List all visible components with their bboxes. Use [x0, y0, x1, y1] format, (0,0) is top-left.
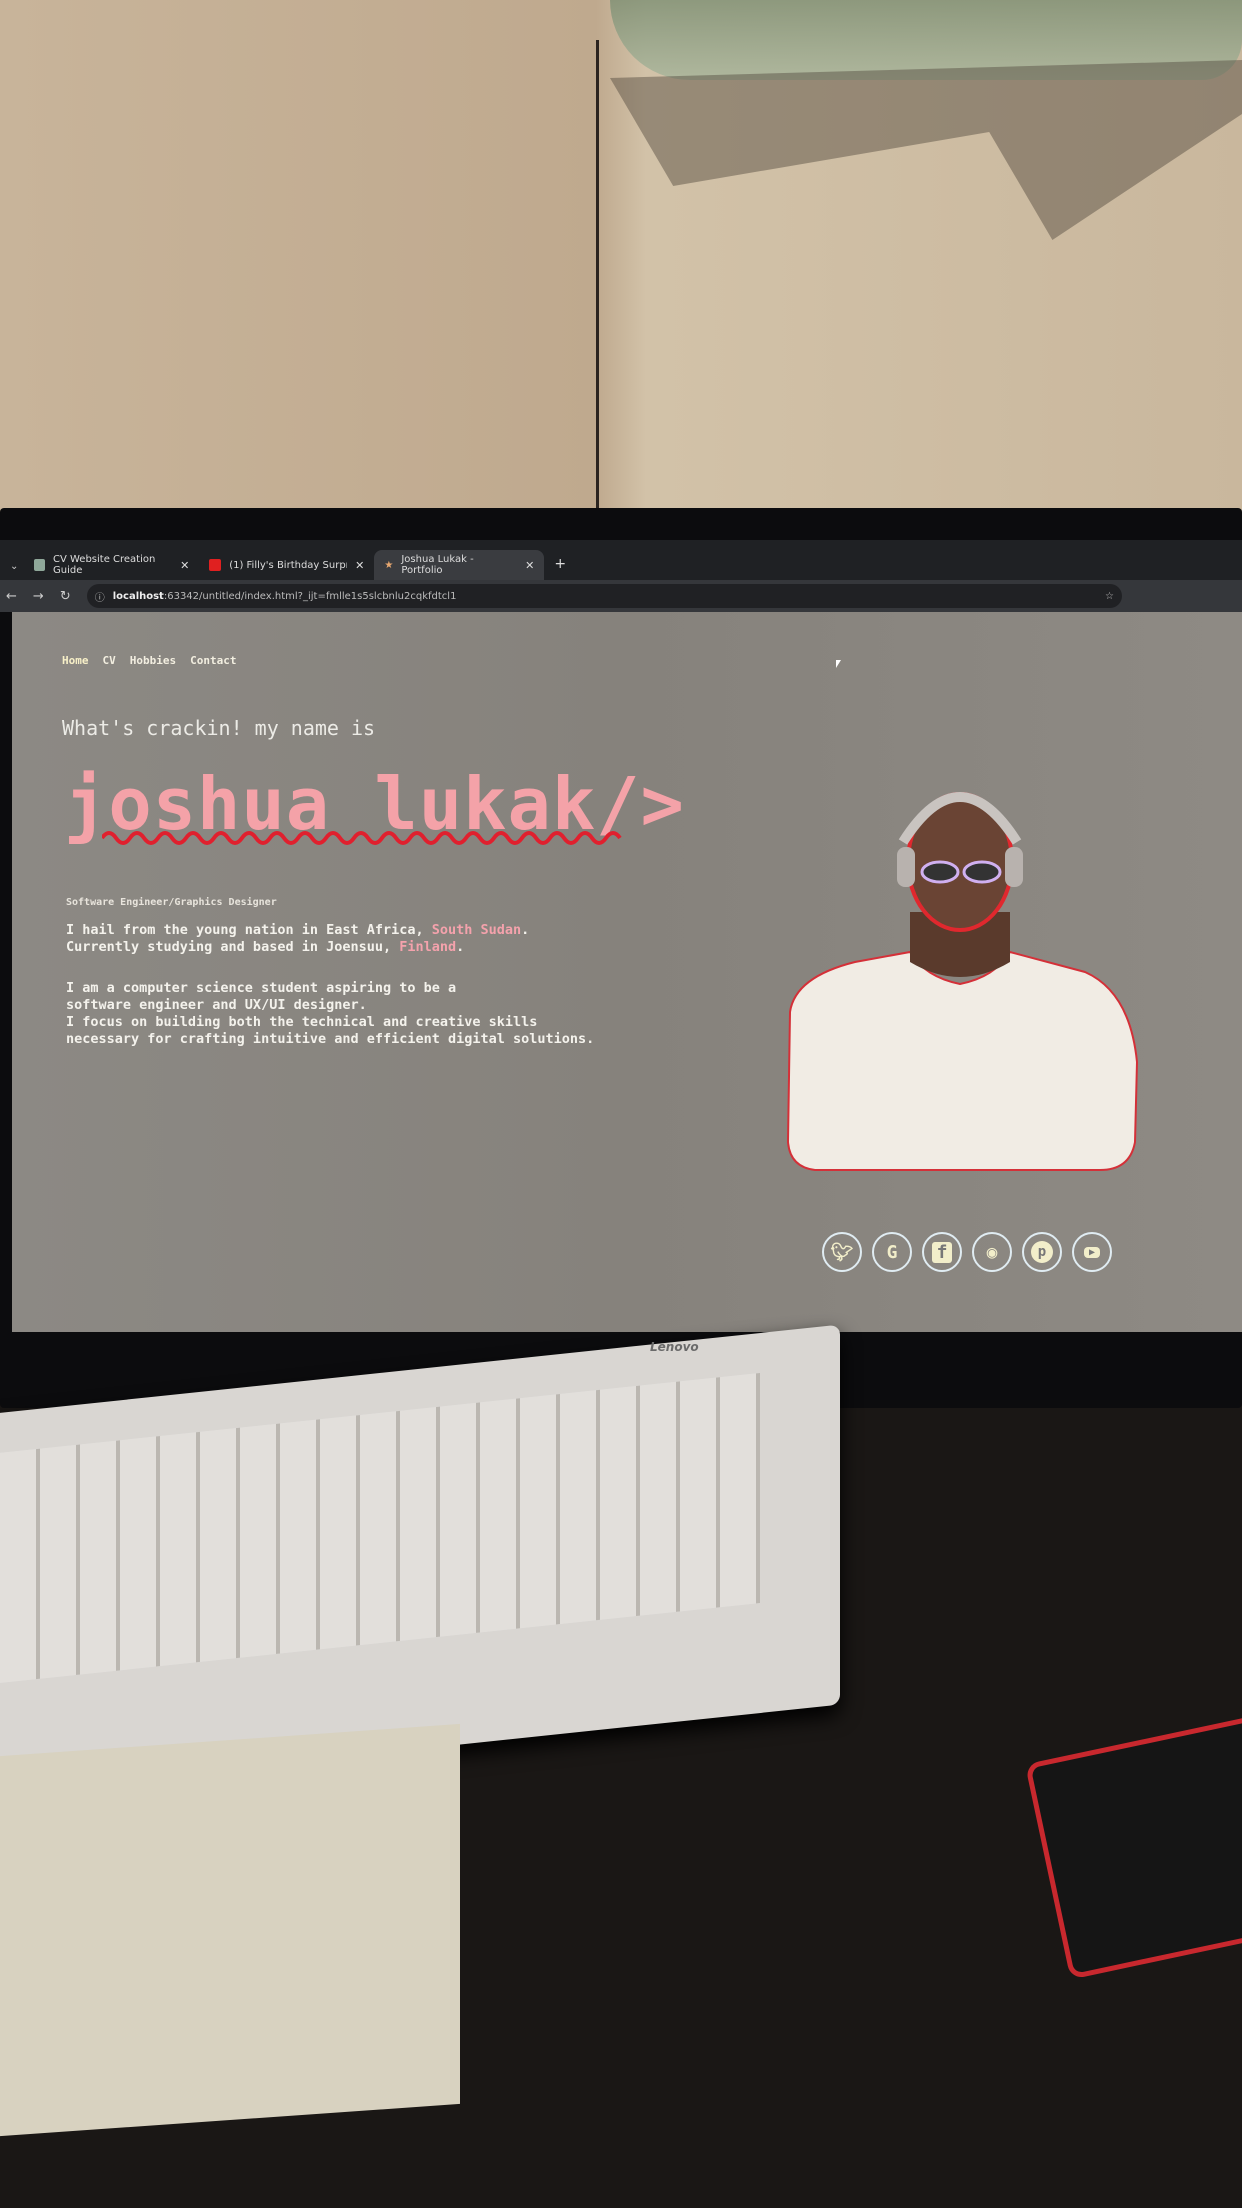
nav-contact[interactable]: Contact [190, 654, 236, 667]
nav-cv[interactable]: CV [103, 654, 116, 667]
box [0, 1723, 460, 2137]
portfolio-page: Home CV Hobbies Contact What's crackin! … [12, 612, 1242, 1332]
url-text: localhost:63342/untitled/index.html?_ijt… [112, 590, 457, 602]
monitor-logo: Lenovo [650, 1340, 699, 1354]
close-icon[interactable]: ✕ [525, 559, 534, 572]
pinterest-icon[interactable]: p [1022, 1232, 1062, 1272]
mousepad [1024, 1710, 1242, 1980]
back-icon[interactable]: ← [6, 589, 17, 604]
youtube-icon[interactable]: ▶ [1072, 1232, 1112, 1272]
social-links: 🐦︎ G f ◉ p ▶ [822, 1232, 1112, 1272]
reload-icon[interactable]: ↻ [60, 589, 71, 604]
new-tab-button[interactable]: + [544, 556, 576, 580]
about-paragraph: I am a computer science student aspiring… [66, 980, 595, 1047]
keyboard-keys [0, 1373, 760, 1683]
address-bar[interactable]: ⓘ localhost:63342/untitled/index.html?_i… [86, 584, 1122, 608]
nav-bar: Home CV Hobbies Contact [62, 654, 236, 667]
country-highlight: Finland [399, 939, 457, 955]
star-favicon: ★ [384, 559, 394, 571]
google-icon[interactable]: G [872, 1232, 912, 1272]
role-subtitle: Software Engineer/Graphics Designer [66, 897, 277, 908]
tab-title: Joshua Lukak - Portfolio [401, 554, 474, 576]
tab-title: (1) Filly's Birthday Surprise | Ep [229, 559, 347, 571]
tab-search-icon[interactable]: ⌄ [4, 561, 24, 580]
toolbar: ← → ↻ ⓘ localhost:63342/untitled/index.h… [0, 580, 1242, 612]
github-icon[interactable]: ◉ [972, 1232, 1012, 1272]
twitter-icon[interactable]: 🐦︎ [822, 1232, 862, 1272]
forward-icon[interactable]: → [33, 589, 44, 604]
profile-photo [786, 792, 1139, 1171]
greeting: What's crackin! my name is [62, 716, 376, 740]
tab-portfolio[interactable]: ★ Joshua Lukak - Portfolio ✕ [374, 550, 545, 580]
intro-paragraph: I hail from the young nation in East Afr… [66, 922, 530, 955]
close-icon[interactable]: ✕ [180, 559, 189, 572]
mouse-cursor [836, 660, 841, 668]
wavy-underline [102, 831, 622, 845]
tab-title: CV Website Creation Guide [52, 554, 156, 576]
nav-hobbies[interactable]: Hobbies [130, 654, 176, 667]
tab-bar: ⌄ CV Website Creation Guide ✕ (1) Filly's… [0, 540, 1242, 580]
facebook-icon[interactable]: f [922, 1232, 962, 1272]
close-icon[interactable]: ✕ [355, 559, 364, 572]
tab-favicon [34, 559, 45, 571]
site-info-icon[interactable]: ⓘ [95, 589, 105, 604]
bookmark-star-icon[interactable]: ☆ [1105, 591, 1114, 602]
tab-youtube[interactable]: (1) Filly's Birthday Surprise | Ep ✕ [199, 550, 374, 580]
country-highlight: South Sudan [431, 922, 522, 938]
cable [596, 40, 599, 520]
nav-home[interactable]: Home [62, 654, 89, 667]
tab-cv-guide[interactable]: CV Website Creation Guide ✕ [24, 550, 199, 580]
youtube-favicon [209, 559, 222, 571]
